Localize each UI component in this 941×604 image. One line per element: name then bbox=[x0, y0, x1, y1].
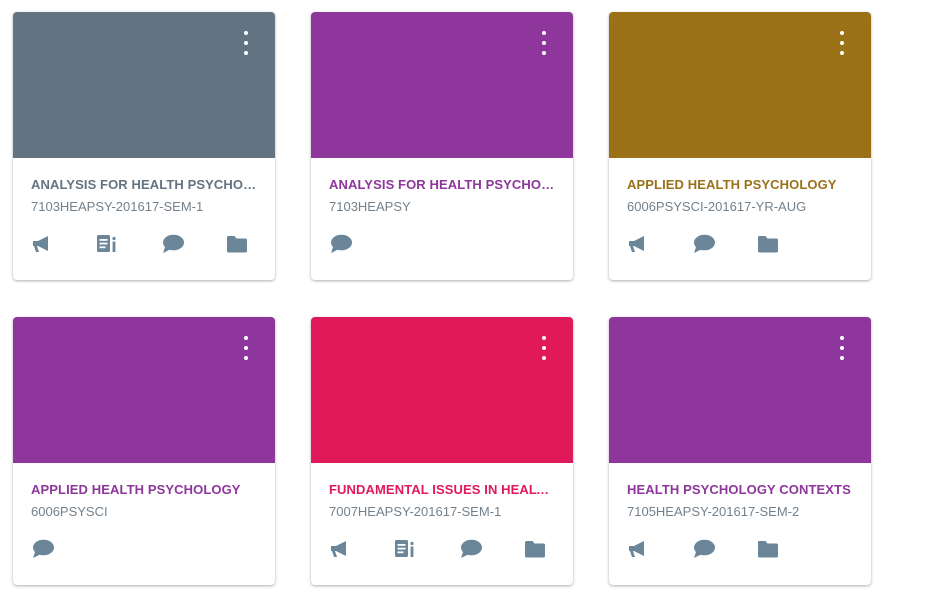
course-card[interactable]: HEALTH PSYCHOLOGY CONTEXTS 7105HEAPSY-201… bbox=[609, 317, 871, 585]
discussion-icon[interactable] bbox=[692, 537, 757, 561]
course-card[interactable]: ANALYSIS FOR HEALTH PSYCHOLOGY 7103HEAPSY bbox=[311, 12, 573, 280]
megaphone-icon[interactable] bbox=[627, 537, 692, 561]
megaphone-icon[interactable] bbox=[329, 537, 394, 561]
course-title-link[interactable]: ANALYSIS FOR HEALTH PSYCHOLOGY bbox=[329, 177, 557, 192]
assignment-icon[interactable] bbox=[394, 537, 459, 561]
course-card-actions bbox=[329, 232, 394, 256]
more-options-icon[interactable] bbox=[239, 31, 253, 55]
course-card[interactable]: APPLIED HEALTH PSYCHOLOGY 6006PSYSCI-2016… bbox=[609, 12, 871, 280]
course-card-header-image[interactable] bbox=[609, 317, 871, 463]
course-card-header-image[interactable] bbox=[609, 12, 871, 158]
discussion-icon[interactable] bbox=[459, 537, 524, 561]
course-title-link[interactable]: HEALTH PSYCHOLOGY CONTEXTS bbox=[627, 482, 855, 497]
discussion-icon[interactable] bbox=[329, 232, 394, 256]
course-card-actions bbox=[329, 537, 573, 561]
course-title-link[interactable]: FUNDAMENTAL ISSUES IN HEALTH PSYCHOLOGY bbox=[329, 482, 557, 497]
course-code: 7103HEAPSY bbox=[329, 199, 411, 214]
course-title-link[interactable]: APPLIED HEALTH PSYCHOLOGY bbox=[31, 482, 259, 497]
course-card-actions bbox=[31, 232, 275, 256]
course-code: 6006PSYSCI-201617-YR-AUG bbox=[627, 199, 807, 214]
course-card-header-image[interactable] bbox=[311, 317, 573, 463]
folder-icon[interactable] bbox=[757, 232, 822, 256]
course-title-link[interactable]: ANALYSIS FOR HEALTH PSYCHOLOGY bbox=[31, 177, 259, 192]
discussion-icon[interactable] bbox=[31, 537, 96, 561]
assignment-icon[interactable] bbox=[96, 232, 161, 256]
folder-icon[interactable] bbox=[757, 537, 822, 561]
course-code: 7103HEAPSY-201617-SEM-1 bbox=[31, 199, 204, 214]
course-card-header-image[interactable] bbox=[311, 12, 573, 158]
course-card-header-image[interactable] bbox=[13, 12, 275, 158]
course-card[interactable]: APPLIED HEALTH PSYCHOLOGY 6006PSYSCI bbox=[13, 317, 275, 585]
course-title-link[interactable]: APPLIED HEALTH PSYCHOLOGY bbox=[627, 177, 855, 192]
course-card[interactable]: FUNDAMENTAL ISSUES IN HEALTH PSYCHOLOGY 7… bbox=[311, 317, 573, 585]
more-options-icon[interactable] bbox=[537, 336, 551, 360]
more-options-icon[interactable] bbox=[537, 31, 551, 55]
course-card-header-image[interactable] bbox=[13, 317, 275, 463]
course-card-actions bbox=[627, 232, 822, 256]
course-code: 6006PSYSCI bbox=[31, 504, 108, 519]
more-options-icon[interactable] bbox=[835, 336, 849, 360]
course-card-actions bbox=[627, 537, 822, 561]
course-code: 7007HEAPSY-201617-SEM-1 bbox=[329, 504, 502, 519]
discussion-icon[interactable] bbox=[692, 232, 757, 256]
megaphone-icon[interactable] bbox=[31, 232, 96, 256]
more-options-icon[interactable] bbox=[835, 31, 849, 55]
course-code: 7105HEAPSY-201617-SEM-2 bbox=[627, 504, 800, 519]
megaphone-icon[interactable] bbox=[627, 232, 692, 256]
course-card[interactable]: ANALYSIS FOR HEALTH PSYCHOLOGY 7103HEAPSY… bbox=[13, 12, 275, 280]
folder-icon[interactable] bbox=[226, 232, 275, 256]
course-card-actions bbox=[31, 537, 96, 561]
discussion-icon[interactable] bbox=[161, 232, 226, 256]
folder-icon[interactable] bbox=[524, 537, 573, 561]
more-options-icon[interactable] bbox=[239, 336, 253, 360]
